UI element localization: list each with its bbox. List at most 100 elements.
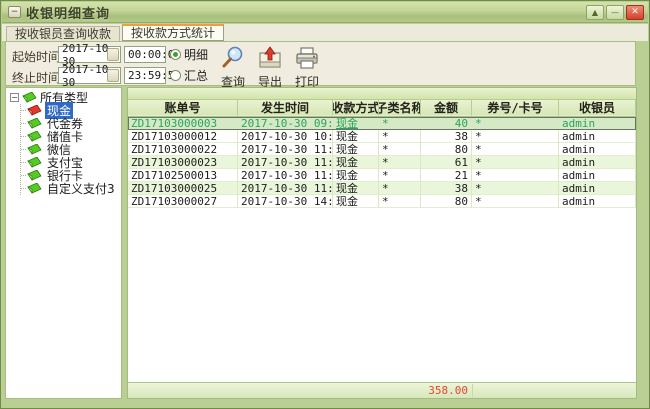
grid-total-row: 358.00 bbox=[128, 382, 636, 398]
cell-subtype: * bbox=[379, 117, 421, 130]
tab-strip: 按收银员查询收款 按收款方式统计 bbox=[2, 24, 648, 41]
cell-time: 2017-10-30 14:24:36 bbox=[238, 195, 333, 208]
radio-summary[interactable]: 汇总 bbox=[170, 67, 208, 84]
cell-amount: 38 bbox=[421, 182, 472, 195]
cell-bill: ZD17103000027 bbox=[128, 195, 238, 208]
cell-cashier: admin bbox=[559, 182, 636, 195]
cell-bill: ZD17103000023 bbox=[128, 156, 238, 169]
cell-cashier: admin bbox=[559, 195, 636, 208]
title-bar: − 收银明细查询 ▲ — ✕ bbox=[2, 2, 648, 23]
cell-card: * bbox=[472, 130, 559, 143]
column-header-bill[interactable]: 账单号 bbox=[128, 100, 238, 116]
cell-card: * bbox=[472, 143, 559, 156]
total-amount: 358.00 bbox=[128, 384, 473, 397]
cell-subtype: * bbox=[379, 169, 421, 182]
table-row[interactable]: ZD171030000272017-10-30 14:24:36现金*80*ad… bbox=[128, 195, 636, 208]
tree-children: 现金代金券储值卡微信支付宝银行卡自定义支付3 bbox=[20, 104, 121, 195]
tree-item-7[interactable]: 自定义支付3 bbox=[21, 182, 121, 195]
app-window: − 收银明细查询 ▲ — ✕ 按收银员查询收款 按收款方式统计 起始时间: 20… bbox=[0, 0, 650, 409]
grid-top-strip bbox=[128, 88, 636, 100]
start-date-field[interactable]: 2017-10-30 bbox=[58, 46, 121, 63]
column-header-method[interactable]: 收款方式 bbox=[333, 100, 379, 116]
table-row[interactable]: ZD171030000232017-10-30 11:13:14现金*61*ad… bbox=[128, 156, 636, 169]
cell-bill: ZD17103000003 bbox=[128, 117, 238, 130]
cell-cashier: admin bbox=[559, 130, 636, 143]
cell-cashier: admin bbox=[559, 143, 636, 156]
folder-icon bbox=[27, 170, 42, 181]
collapse-icon[interactable]: − bbox=[10, 93, 19, 102]
cell-card: * bbox=[472, 169, 559, 182]
table-row[interactable]: ZD171030000032017-10-30 09:40:50现金*40*ad… bbox=[128, 117, 636, 130]
export-icon bbox=[253, 44, 287, 72]
restore-button[interactable]: ▲ bbox=[586, 5, 604, 20]
folder-icon bbox=[27, 105, 42, 116]
folder-icon bbox=[27, 131, 42, 142]
cell-card: * bbox=[472, 182, 559, 195]
column-header-cashier[interactable]: 收银员 bbox=[559, 100, 636, 116]
close-button[interactable]: ✕ bbox=[626, 5, 644, 20]
column-header-subtype[interactable]: 子类名称 bbox=[379, 100, 421, 116]
table-row[interactable]: ZD171030000252017-10-30 11:32:08现金*38*ad… bbox=[128, 182, 636, 195]
table-row[interactable]: ZD171030000222017-10-30 11:01:24现金*80*ad… bbox=[128, 143, 636, 156]
cell-amount: 80 bbox=[421, 195, 472, 208]
cell-bill: ZD17103000025 bbox=[128, 182, 238, 195]
column-header-amount[interactable]: 金额 bbox=[421, 100, 472, 116]
folder-icon bbox=[27, 157, 42, 168]
cell-cashier: admin bbox=[559, 169, 636, 182]
cell-bill: ZD17103000012 bbox=[128, 130, 238, 143]
cell-method: 现金 bbox=[333, 169, 379, 182]
tab-stats-by-payment[interactable]: 按收款方式统计 bbox=[122, 24, 224, 41]
radio-summary-label: 汇总 bbox=[184, 67, 208, 84]
end-date-dropdown-icon[interactable] bbox=[107, 69, 119, 82]
folder-icon bbox=[22, 92, 37, 103]
cell-card: * bbox=[472, 195, 559, 208]
radio-detail-label: 明细 bbox=[184, 46, 208, 63]
cell-time: 2017-10-30 11:01:24 bbox=[238, 143, 333, 156]
start-time-field[interactable]: 00:00:01 bbox=[124, 46, 166, 63]
cell-card: * bbox=[472, 156, 559, 169]
folder-icon bbox=[27, 183, 42, 194]
table-row[interactable]: ZD171030000122017-10-30 10:23:11现金*38*ad… bbox=[128, 130, 636, 143]
window-title: 收银明细查询 bbox=[26, 3, 110, 22]
cell-method: 现金 bbox=[333, 156, 379, 169]
end-time-field[interactable]: 23:59:59 bbox=[124, 67, 166, 84]
cell-subtype: * bbox=[379, 130, 421, 143]
cell-card: * bbox=[472, 117, 559, 130]
payment-type-tree: − 所有类型 现金代金券储值卡微信支付宝银行卡自定义支付3 bbox=[5, 87, 122, 399]
query-button[interactable]: 查询 bbox=[216, 44, 250, 90]
grid-body: ZD171030000032017-10-30 09:40:50现金*40*ad… bbox=[128, 117, 636, 208]
radio-summary-circle-icon bbox=[170, 70, 181, 81]
cell-amount: 38 bbox=[421, 130, 472, 143]
window-controls: ▲ — ✕ bbox=[586, 5, 644, 20]
radio-detail[interactable]: 明细 bbox=[170, 46, 208, 63]
end-time-label: 终止时间: bbox=[12, 69, 64, 86]
system-menu-icon[interactable]: − bbox=[8, 6, 21, 18]
end-date-field[interactable]: 2017-10-30 bbox=[58, 67, 121, 84]
column-header-card[interactable]: 券号/卡号 bbox=[472, 100, 559, 116]
cell-subtype: * bbox=[379, 195, 421, 208]
export-button[interactable]: 导出 bbox=[253, 44, 287, 90]
cell-method: 现金 bbox=[333, 130, 379, 143]
print-button[interactable]: 打印 bbox=[290, 44, 324, 90]
minimize-button[interactable]: — bbox=[606, 5, 624, 20]
cell-amount: 21 bbox=[421, 169, 472, 182]
tab-query-by-cashier[interactable]: 按收银员查询收款 bbox=[6, 26, 120, 41]
cell-method: 现金 bbox=[333, 195, 379, 208]
cell-time: 2017-10-30 10:23:11 bbox=[238, 130, 333, 143]
magnifier-icon bbox=[216, 44, 250, 72]
cell-method: 现金 bbox=[333, 117, 379, 130]
printer-icon bbox=[290, 44, 324, 72]
folder-icon bbox=[27, 144, 42, 155]
results-grid: 账单号发生时间收款方式子类名称金额券号/卡号收银员 ZD171030000032… bbox=[127, 87, 637, 399]
cell-amount: 40 bbox=[421, 117, 472, 130]
filter-toolbar: 起始时间: 2017-10-30 00:00:01 终止时间: 2017-10-… bbox=[5, 41, 636, 86]
radio-detail-circle-icon bbox=[170, 49, 181, 60]
cell-subtype: * bbox=[379, 156, 421, 169]
table-row[interactable]: ZD171025000132017-10-30 11:28:52现金*21*ad… bbox=[128, 169, 636, 182]
cell-amount: 61 bbox=[421, 156, 472, 169]
cell-subtype: * bbox=[379, 143, 421, 156]
tree-item-label: 自定义支付3 bbox=[45, 180, 117, 197]
grid-empty-area bbox=[128, 208, 636, 382]
column-header-time[interactable]: 发生时间 bbox=[238, 100, 333, 116]
start-date-dropdown-icon[interactable] bbox=[107, 48, 119, 61]
